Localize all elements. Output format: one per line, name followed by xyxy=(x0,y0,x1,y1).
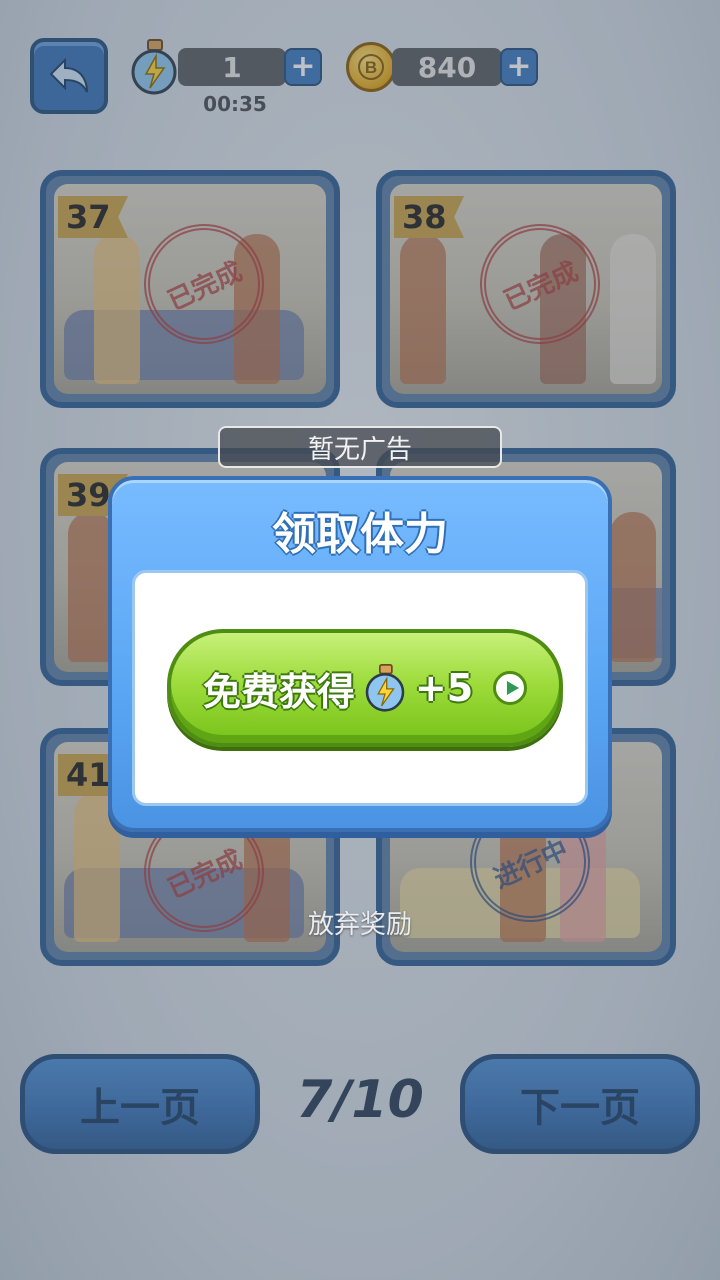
give-up-reward-link[interactable]: 放弃奖励 xyxy=(260,904,460,941)
no-ad-notice: 暂无广告 xyxy=(218,426,502,468)
claim-amount: +5 xyxy=(414,666,474,710)
claim-label: 免费获得 xyxy=(202,669,355,714)
dialog-title: 领取体力 xyxy=(272,509,448,560)
free-claim-button[interactable]: 免费获得 +5 xyxy=(167,629,563,747)
claim-energy-dialog: 领取体力 免费获得 +5 xyxy=(108,476,612,832)
video-play-icon xyxy=(493,671,528,705)
energy-bottle-icon xyxy=(365,664,405,712)
dialog-body: 免费获得 +5 xyxy=(132,570,588,806)
